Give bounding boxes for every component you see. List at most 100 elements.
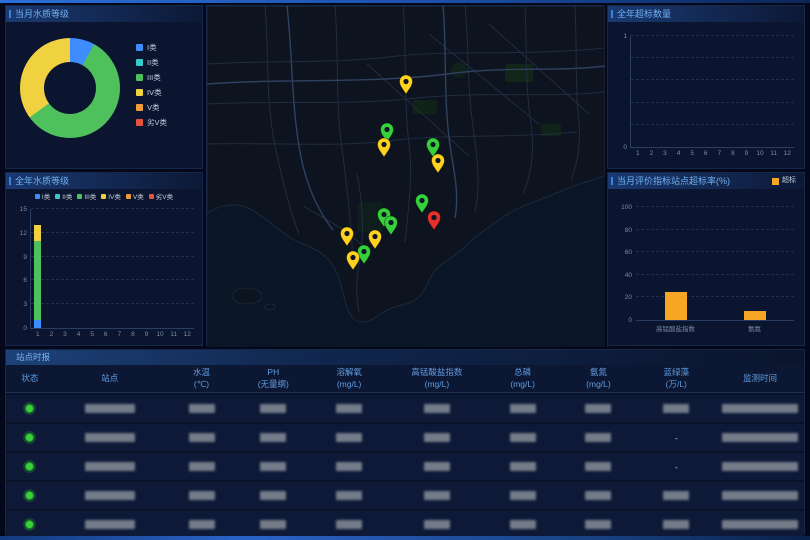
masked-value <box>189 491 215 500</box>
y-tick-label: 80 <box>625 227 632 234</box>
table-cell <box>237 462 309 471</box>
column-header-4: 溶解氧(mg/L) <box>309 367 389 389</box>
legend-item[interactable]: II类 <box>136 55 167 70</box>
table-row[interactable] <box>6 511 804 538</box>
donut-hole <box>44 62 96 114</box>
masked-value <box>663 404 689 413</box>
y-tick-label: 40 <box>625 272 632 279</box>
status-indicator-icon <box>25 520 34 529</box>
x-tick-label: 11 <box>770 150 777 157</box>
legend-item[interactable]: V类 <box>126 191 144 201</box>
masked-value <box>85 462 135 471</box>
table-cell <box>716 491 804 500</box>
legend-item[interactable]: I类 <box>136 40 167 55</box>
gridline <box>31 208 194 209</box>
column-header-1: 站点 <box>54 373 166 384</box>
gridline <box>631 57 794 58</box>
exceed-legend-swatch <box>772 178 779 185</box>
legend-item[interactable]: IV类 <box>136 85 167 100</box>
gridline <box>631 124 794 125</box>
panel-station-report: 站点时报 状态站点水温(℃)PH(无量纲)溶解氧(mg/L)高锰酸盐指数(mg/… <box>5 349 805 535</box>
monthly-quality-donut-chart <box>20 38 120 138</box>
table-cell: - <box>636 462 716 472</box>
x-tick-label: 高锰酸盐指数 <box>656 323 695 333</box>
legend-swatch-icon <box>77 194 82 199</box>
status-indicator-icon <box>25 433 34 442</box>
y-tick-label: 15 <box>20 206 27 213</box>
stacked-bar-segment-I类 <box>34 320 41 328</box>
legend-swatch-icon <box>136 59 143 66</box>
legend-item[interactable]: 劣V类 <box>136 115 167 130</box>
legend-item[interactable]: V类 <box>136 100 167 115</box>
y-tick-label: 9 <box>23 254 27 261</box>
legend-item[interactable]: IV类 <box>101 191 121 201</box>
legend-swatch-icon <box>149 194 154 199</box>
x-tick-label: 2 <box>50 331 54 338</box>
legend-item[interactable]: II类 <box>55 191 72 201</box>
legend-item[interactable]: 劣V类 <box>149 191 173 201</box>
masked-value <box>424 491 450 500</box>
y-tick-label: 3 <box>23 301 27 308</box>
masked-value <box>722 433 798 442</box>
table-row[interactable] <box>6 395 804 422</box>
legend-label: I类 <box>147 42 157 53</box>
table-cell <box>389 404 485 413</box>
x-tick-label: 12 <box>784 150 791 157</box>
exceed-legend-label: 超标 <box>782 173 796 189</box>
status-indicator-icon <box>25 462 34 471</box>
table-cell <box>309 491 389 500</box>
y-tick-label: 6 <box>23 277 27 284</box>
legend-item[interactable]: III类 <box>77 191 96 201</box>
y-tick-label: 0 <box>628 317 632 324</box>
x-tick-label: 9 <box>745 150 749 157</box>
table-cell <box>309 462 389 471</box>
legend-swatch-icon <box>136 44 143 51</box>
panel-title-annual-grade: 全年水质等级 <box>6 173 202 189</box>
legend-swatch-icon <box>35 194 40 199</box>
exceed-rate-title-text: 当月评价指标站点超标率(%) <box>617 176 730 186</box>
table-cell <box>485 491 561 500</box>
legend-label: IV类 <box>108 191 121 201</box>
x-tick-label: 1 <box>636 150 640 157</box>
x-tick-label: 4 <box>77 331 81 338</box>
legend-swatch-icon <box>101 194 106 199</box>
panel-title-monthly-grade: 当月水质等级 <box>6 6 202 22</box>
table-row[interactable]: - <box>6 453 804 480</box>
table-row[interactable] <box>6 482 804 509</box>
masked-value <box>424 462 450 471</box>
legend-label: 劣V类 <box>156 191 173 201</box>
station-map[interactable] <box>206 5 604 346</box>
legend-swatch-icon <box>136 89 143 96</box>
y-tick-label: 60 <box>625 249 632 256</box>
table-cell <box>166 520 238 529</box>
gridline <box>631 79 794 80</box>
panel-monthly-quality-grade: 当月水质等级 I类 II类 III类IV类V类劣V类 <box>5 5 203 169</box>
masked-value <box>510 404 536 413</box>
legend-label: 劣V类 <box>147 117 167 128</box>
masked-value <box>336 462 362 471</box>
gridline <box>31 279 194 280</box>
table-cell <box>166 462 238 471</box>
table-row[interactable]: - <box>6 424 804 451</box>
x-tick-label: 9 <box>145 331 149 338</box>
masked-value <box>722 462 798 471</box>
legend-label: II类 <box>147 57 159 68</box>
table-cell <box>237 491 309 500</box>
masked-value <box>336 433 362 442</box>
y-tick-label: 12 <box>20 230 27 237</box>
masked-value <box>424 520 450 529</box>
exceed-legend[interactable]: 超标 <box>772 173 796 189</box>
y-tick-label: 0 <box>23 325 27 332</box>
water-quality-dashboard: 当月水质等级 I类II类III类IV类V类劣V类 全年水质等级 I类II类III… <box>0 0 810 540</box>
table-cell <box>389 433 485 442</box>
table-cell <box>485 462 561 471</box>
x-tick-label: 7 <box>717 150 721 157</box>
masked-value <box>336 491 362 500</box>
table-cell <box>636 491 716 500</box>
legend-item[interactable]: I类 <box>35 191 50 201</box>
column-header-7: 氨氮(mg/L) <box>561 367 637 389</box>
table-cell <box>636 404 716 413</box>
column-header-9: 监测时间 <box>716 373 804 384</box>
legend-item[interactable]: III类 <box>136 70 167 85</box>
gridline <box>631 102 794 103</box>
